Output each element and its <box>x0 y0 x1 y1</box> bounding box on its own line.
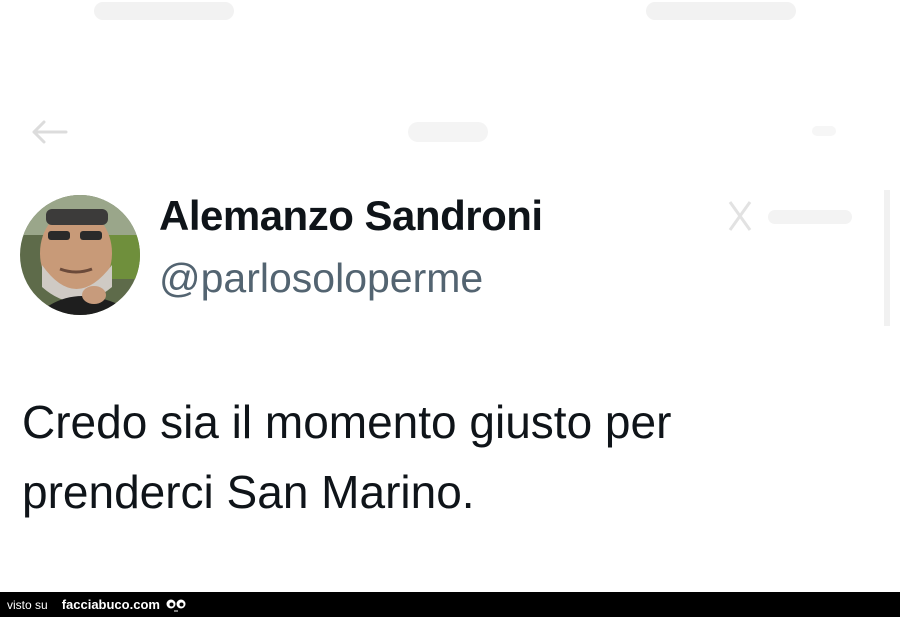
avatar-photo <box>20 195 140 315</box>
faded-status-bar <box>0 0 900 40</box>
back-arrow-icon[interactable] <box>28 114 68 150</box>
tweet-line-2: prenderci San Marino. <box>22 466 475 518</box>
faded-header-title <box>408 122 488 142</box>
eyes-icon <box>166 599 186 611</box>
scroll-edge <box>884 190 890 326</box>
author-handle[interactable]: @parlosoloperme <box>159 255 483 302</box>
faded-status-left <box>94 2 234 20</box>
watermark-footer: visto su facciabuco.com <box>0 592 900 617</box>
author-name[interactable]: Alemanzo Sandroni <box>159 192 543 240</box>
tweet-line-1: Credo sia il momento giusto per <box>22 396 672 448</box>
footer-prefix: visto su <box>7 597 48 612</box>
footer-site-link[interactable]: facciabuco.com <box>62 597 160 612</box>
faded-status-right <box>646 2 796 20</box>
x-logo-icon <box>728 201 852 231</box>
tweet-text: Credo sia il momento giusto per prenderc… <box>22 387 882 527</box>
faded-header-action <box>812 126 836 136</box>
avatar[interactable] <box>20 195 140 315</box>
